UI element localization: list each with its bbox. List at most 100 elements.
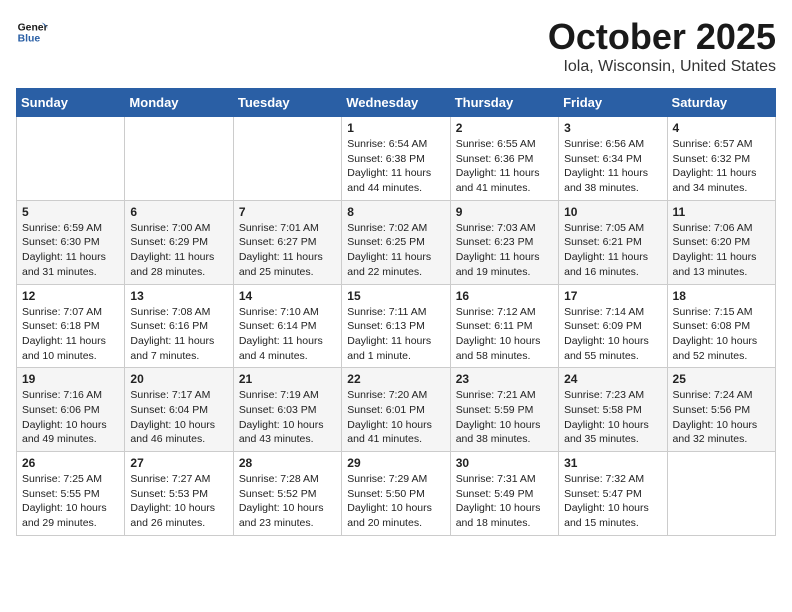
day-number: 2 xyxy=(456,121,553,135)
day-info: Sunrise: 6:56 AM Sunset: 6:34 PM Dayligh… xyxy=(564,137,661,196)
logo: General Blue xyxy=(16,16,48,48)
day-info: Sunrise: 7:21 AM Sunset: 5:59 PM Dayligh… xyxy=(456,388,553,447)
calendar-cell: 23 Sunrise: 7:21 AM Sunset: 5:59 PM Dayli… xyxy=(450,368,558,452)
day-number: 7 xyxy=(239,205,336,219)
day-number: 10 xyxy=(564,205,661,219)
calendar-cell: 26Sunrise: 7:25 AM Sunset: 5:55 PM Dayli… xyxy=(17,452,125,536)
days-header-row: SundayMondayTuesdayWednesdayThursdayFrid… xyxy=(17,89,776,117)
day-info: Sunrise: 7:31 AM Sunset: 5:49 PM Dayligh… xyxy=(456,472,553,531)
calendar-cell: 11 Sunrise: 7:06 AM Sunset: 6:20 PM Dayli… xyxy=(667,200,775,284)
calendar-cell: 10Sunrise: 7:05 AM Sunset: 6:21 PM Dayli… xyxy=(559,200,667,284)
calendar-cell: 30Sunrise: 7:31 AM Sunset: 5:49 PM Dayli… xyxy=(450,452,558,536)
day-info: Sunrise: 7:07 AM Sunset: 6:18 PM Dayligh… xyxy=(22,305,119,364)
calendar-cell: 9 Sunrise: 7:03 AM Sunset: 6:23 PM Daylig… xyxy=(450,200,558,284)
calendar-cell: 21 Sunrise: 7:19 AM Sunset: 6:03 PM Dayli… xyxy=(233,368,341,452)
day-number: 17 xyxy=(564,289,661,303)
day-number: 13 xyxy=(130,289,227,303)
day-info: Sunrise: 7:23 AM Sunset: 5:58 PM Dayligh… xyxy=(564,388,661,447)
day-info: Sunrise: 7:19 AM Sunset: 6:03 PM Dayligh… xyxy=(239,388,336,447)
day-number: 9 xyxy=(456,205,553,219)
calendar-cell xyxy=(17,117,125,201)
day-header-thursday: Thursday xyxy=(450,89,558,117)
calendar-cell: 12 Sunrise: 7:07 AM Sunset: 6:18 PM Dayli… xyxy=(17,284,125,368)
day-info: Sunrise: 6:54 AM Sunset: 6:38 PM Dayligh… xyxy=(347,137,444,196)
calendar-cell: 17 Sunrise: 7:14 AM Sunset: 6:09 PM Dayli… xyxy=(559,284,667,368)
calendar-cell: 6 Sunrise: 7:00 AM Sunset: 6:29 PM Daylig… xyxy=(125,200,233,284)
day-info: Sunrise: 6:55 AM Sunset: 6:36 PM Dayligh… xyxy=(456,137,553,196)
calendar-cell: 3 Sunrise: 6:56 AM Sunset: 6:34 PM Daylig… xyxy=(559,117,667,201)
day-number: 12 xyxy=(22,289,119,303)
week-row-3: 12 Sunrise: 7:07 AM Sunset: 6:18 PM Dayli… xyxy=(17,284,776,368)
day-header-sunday: Sunday xyxy=(17,89,125,117)
day-info: Sunrise: 7:10 AM Sunset: 6:14 PM Dayligh… xyxy=(239,305,336,364)
day-header-monday: Monday xyxy=(125,89,233,117)
day-number: 24 xyxy=(564,372,661,386)
day-info: Sunrise: 7:02 AM Sunset: 6:25 PM Dayligh… xyxy=(347,221,444,280)
day-info: Sunrise: 7:32 AM Sunset: 5:47 PM Dayligh… xyxy=(564,472,661,531)
week-row-4: 19 Sunrise: 7:16 AM Sunset: 6:06 PM Dayli… xyxy=(17,368,776,452)
calendar-cell xyxy=(233,117,341,201)
calendar-cell: 20Sunrise: 7:17 AM Sunset: 6:04 PM Dayli… xyxy=(125,368,233,452)
day-info: Sunrise: 7:00 AM Sunset: 6:29 PM Dayligh… xyxy=(130,221,227,280)
day-info: Sunrise: 7:11 AM Sunset: 6:13 PM Dayligh… xyxy=(347,305,444,364)
day-number: 11 xyxy=(673,205,770,219)
day-number: 19 xyxy=(22,372,119,386)
calendar-cell: 28 Sunrise: 7:28 AM Sunset: 5:52 PM Dayli… xyxy=(233,452,341,536)
day-number: 4 xyxy=(673,121,770,135)
day-number: 21 xyxy=(239,372,336,386)
day-number: 27 xyxy=(130,456,227,470)
day-info: Sunrise: 7:27 AM Sunset: 5:53 PM Dayligh… xyxy=(130,472,227,531)
logo-icon: General Blue xyxy=(16,16,48,48)
day-info: Sunrise: 7:14 AM Sunset: 6:09 PM Dayligh… xyxy=(564,305,661,364)
day-info: Sunrise: 7:24 AM Sunset: 5:56 PM Dayligh… xyxy=(673,388,770,447)
day-info: Sunrise: 7:29 AM Sunset: 5:50 PM Dayligh… xyxy=(347,472,444,531)
calendar-cell xyxy=(125,117,233,201)
day-info: Sunrise: 7:20 AM Sunset: 6:01 PM Dayligh… xyxy=(347,388,444,447)
day-number: 31 xyxy=(564,456,661,470)
svg-text:Blue: Blue xyxy=(18,34,41,45)
calendar-cell: 15 Sunrise: 7:11 AM Sunset: 6:13 PM Dayli… xyxy=(342,284,450,368)
calendar-cell xyxy=(667,452,775,536)
day-info: Sunrise: 7:28 AM Sunset: 5:52 PM Dayligh… xyxy=(239,472,336,531)
day-info: Sunrise: 7:17 AM Sunset: 6:04 PM Dayligh… xyxy=(130,388,227,447)
day-number: 28 xyxy=(239,456,336,470)
title-area: October 2025 Iola, Wisconsin, United Sta… xyxy=(548,16,776,76)
day-info: Sunrise: 7:25 AM Sunset: 5:55 PM Dayligh… xyxy=(22,472,119,531)
day-number: 15 xyxy=(347,289,444,303)
day-number: 5 xyxy=(22,205,119,219)
day-number: 16 xyxy=(456,289,553,303)
calendar-cell: 27 Sunrise: 7:27 AM Sunset: 5:53 PM Dayli… xyxy=(125,452,233,536)
calendar-cell: 1Sunrise: 6:54 AM Sunset: 6:38 PM Daylig… xyxy=(342,117,450,201)
calendar-cell: 5Sunrise: 6:59 AM Sunset: 6:30 PM Daylig… xyxy=(17,200,125,284)
calendar-cell: 16Sunrise: 7:12 AM Sunset: 6:11 PM Dayli… xyxy=(450,284,558,368)
day-number: 6 xyxy=(130,205,227,219)
calendar-cell: 7 Sunrise: 7:01 AM Sunset: 6:27 PM Daylig… xyxy=(233,200,341,284)
day-number: 22 xyxy=(347,372,444,386)
day-info: Sunrise: 7:08 AM Sunset: 6:16 PM Dayligh… xyxy=(130,305,227,364)
day-info: Sunrise: 7:01 AM Sunset: 6:27 PM Dayligh… xyxy=(239,221,336,280)
day-number: 14 xyxy=(239,289,336,303)
calendar-cell: 29 Sunrise: 7:29 AM Sunset: 5:50 PM Dayli… xyxy=(342,452,450,536)
day-info: Sunrise: 6:57 AM Sunset: 6:32 PM Dayligh… xyxy=(673,137,770,196)
day-number: 29 xyxy=(347,456,444,470)
calendar-cell: 4 Sunrise: 6:57 AM Sunset: 6:32 PM Daylig… xyxy=(667,117,775,201)
day-header-wednesday: Wednesday xyxy=(342,89,450,117)
week-row-1: 1Sunrise: 6:54 AM Sunset: 6:38 PM Daylig… xyxy=(17,117,776,201)
day-number: 23 xyxy=(456,372,553,386)
week-row-5: 26Sunrise: 7:25 AM Sunset: 5:55 PM Dayli… xyxy=(17,452,776,536)
calendar-cell: 31 Sunrise: 7:32 AM Sunset: 5:47 PM Dayli… xyxy=(559,452,667,536)
day-number: 8 xyxy=(347,205,444,219)
calendar-cell: 8 Sunrise: 7:02 AM Sunset: 6:25 PM Daylig… xyxy=(342,200,450,284)
day-info: Sunrise: 7:03 AM Sunset: 6:23 PM Dayligh… xyxy=(456,221,553,280)
week-row-2: 5Sunrise: 6:59 AM Sunset: 6:30 PM Daylig… xyxy=(17,200,776,284)
day-number: 18 xyxy=(673,289,770,303)
calendar-cell: 19 Sunrise: 7:16 AM Sunset: 6:06 PM Dayli… xyxy=(17,368,125,452)
calendar-cell: 25Sunrise: 7:24 AM Sunset: 5:56 PM Dayli… xyxy=(667,368,775,452)
month-title: October 2025 xyxy=(548,16,776,58)
day-info: Sunrise: 7:06 AM Sunset: 6:20 PM Dayligh… xyxy=(673,221,770,280)
day-info: Sunrise: 7:15 AM Sunset: 6:08 PM Dayligh… xyxy=(673,305,770,364)
day-header-friday: Friday xyxy=(559,89,667,117)
calendar-cell: 18 Sunrise: 7:15 AM Sunset: 6:08 PM Dayli… xyxy=(667,284,775,368)
day-info: Sunrise: 7:16 AM Sunset: 6:06 PM Dayligh… xyxy=(22,388,119,447)
day-number: 3 xyxy=(564,121,661,135)
